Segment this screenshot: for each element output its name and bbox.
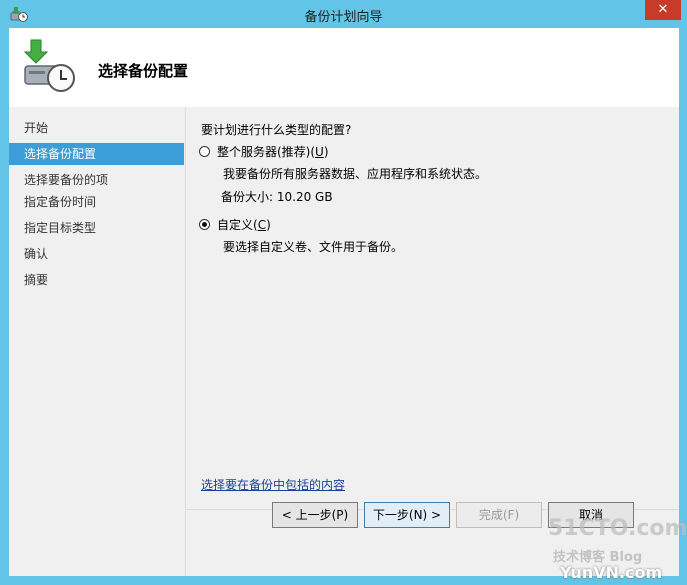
option-full-server-desc: 我要备份所有服务器数据、应用程序和系统状态。	[223, 167, 488, 181]
sidebar-item-start[interactable]: 开始	[9, 117, 184, 139]
option-custom-label[interactable]: 自定义(C)	[217, 216, 271, 233]
sidebar-item-select-backup-config[interactable]: 选择备份配置	[9, 143, 184, 165]
close-button[interactable]: ✕	[645, 0, 681, 20]
sidebar-item-target-type[interactable]: 指定目标类型	[9, 217, 184, 239]
radio-selected-dot	[202, 222, 207, 227]
radio-full-server[interactable]	[199, 146, 210, 157]
radio-custom[interactable]	[199, 219, 210, 230]
config-question: 要计划进行什么类型的配置?	[201, 123, 352, 137]
sidebar-item-backup-time[interactable]: 指定备份时间	[9, 191, 184, 213]
title-bar: 备份计划向导 ✕	[0, 0, 687, 28]
finish-button[interactable]: 完成(F)	[456, 502, 542, 528]
close-icon: ✕	[657, 2, 669, 17]
wizard-header: 选择备份配置	[9, 28, 679, 107]
page-title: 选择备份配置	[98, 62, 189, 80]
select-content-link[interactable]: 选择要在备份中包括的内容	[201, 476, 345, 493]
wizard-window: 选择备份配置 开始 选择备份配置 选择要备份的项 指定备份时间 指定目标类型 确…	[9, 28, 679, 576]
window-title: 备份计划向导	[304, 10, 383, 25]
sidebar-item-select-items[interactable]: 选择要备份的项	[9, 169, 184, 191]
watermark-51cto: 51CTO.com	[548, 516, 687, 541]
wizard-steps-sidebar: 开始 选择备份配置 选择要备份的项 指定备份时间 指定目标类型 确认 摘要	[9, 107, 186, 576]
option-custom-desc: 要选择自定义卷、文件用于备份。	[223, 240, 404, 254]
sidebar-item-confirm[interactable]: 确认	[9, 243, 184, 265]
prev-button[interactable]: < 上一步(P)	[272, 502, 358, 528]
backup-size-text: 备份大小: 10.20 GB	[221, 190, 333, 204]
watermark-yunvn: YunVN.com	[560, 563, 663, 582]
option-full-server-label[interactable]: 整个服务器(推荐)(U)	[217, 143, 329, 160]
sidebar-item-summary[interactable]: 摘要	[9, 269, 184, 291]
backup-schedule-icon	[23, 39, 75, 92]
next-button[interactable]: 下一步(N) >	[364, 502, 450, 528]
